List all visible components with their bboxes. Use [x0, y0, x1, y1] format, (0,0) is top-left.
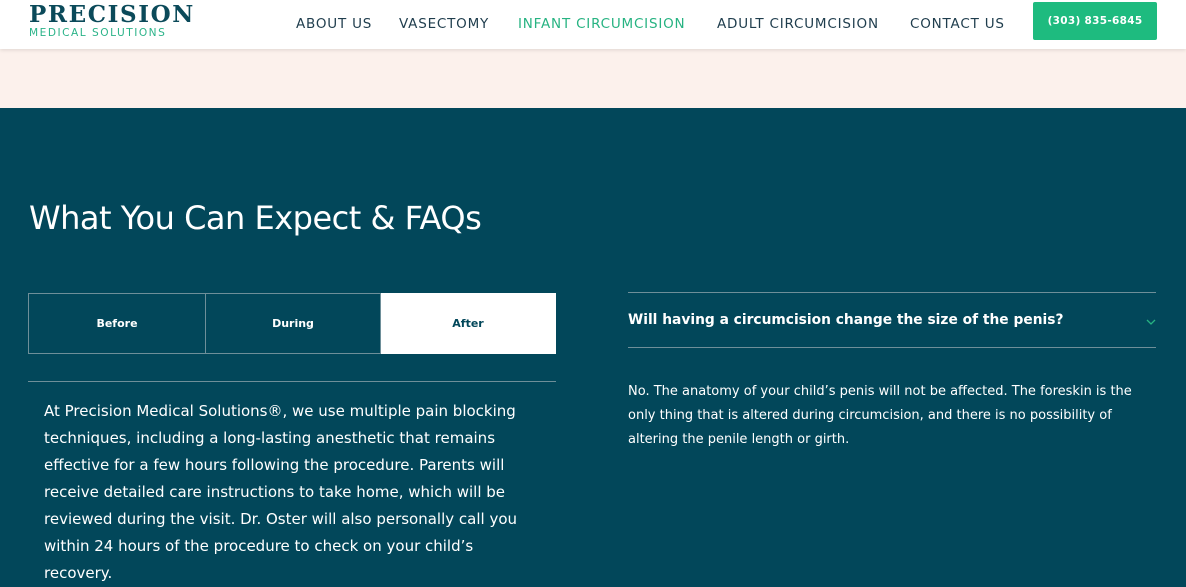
section-title: What You Can Expect & FAQs [29, 199, 482, 237]
tab-divider [28, 381, 556, 382]
chevron-down-icon[interactable] [1144, 313, 1158, 325]
faq-question[interactable]: Will having a circumcision change the si… [628, 309, 1063, 331]
tab-during[interactable]: During [206, 293, 381, 354]
phone-button[interactable]: (303) 835-6845 [1033, 2, 1157, 40]
site-header: PRECISION MEDICAL SOLUTIONS ABOUT US VAS… [0, 0, 1186, 49]
tab-panel-text: At Precision Medical Solutions®, we use … [44, 402, 518, 582]
expectation-tabs: Before During After [28, 293, 556, 354]
faq-answer: No. The anatomy of your child’s penis wi… [628, 384, 1132, 447]
nav-adult-circumcision[interactable]: ADULT CIRCUMCISION [717, 16, 879, 32]
logo-tagline: MEDICAL SOLUTIONS [29, 27, 167, 39]
peach-band [0, 49, 1186, 108]
nav-vasectomy[interactable]: VASECTOMY [399, 16, 489, 32]
tab-before[interactable]: Before [28, 293, 206, 354]
faq-divider-top [628, 292, 1156, 293]
tab-after[interactable]: After [381, 293, 556, 354]
logo[interactable]: PRECISION MEDICAL SOLUTIONS [29, 1, 195, 40]
faq-divider-bottom [628, 347, 1156, 348]
logo-wordmark: PRECISION [29, 1, 195, 28]
nav-about-us[interactable]: ABOUT US [296, 16, 372, 32]
nav-infant-circumcision[interactable]: INFANT CIRCUMCISION [518, 16, 685, 32]
nav-contact-us[interactable]: CONTACT US [910, 16, 1005, 32]
